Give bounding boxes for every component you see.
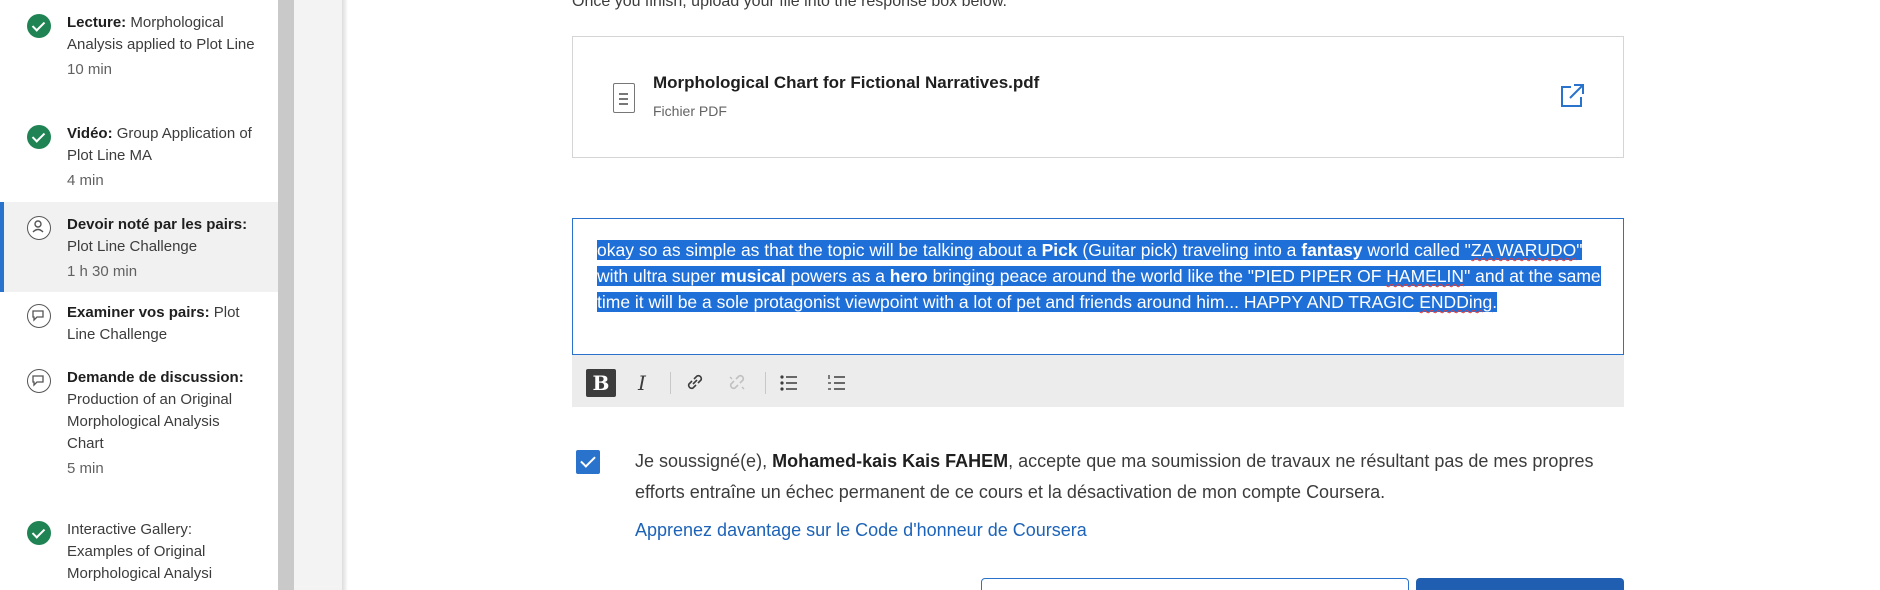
item-duration: 10 min (67, 61, 113, 78)
sidebar-item-lecture[interactable]: Lecture: Morphological Analysis applied … (0, 12, 278, 81)
file-name: Morphological Chart for Fictional Narrat… (653, 73, 1040, 92)
attached-file-card[interactable]: Morphological Chart for Fictional Narrat… (572, 36, 1624, 158)
completed-check-icon (27, 521, 51, 545)
sidebar-item-review-peers[interactable]: Examiner vos pairs: Plot Line Challenge (0, 302, 278, 346)
bulleted-list-icon[interactable] (774, 369, 804, 397)
item-type: Demande de discussion: (67, 369, 244, 386)
item-type: Examiner vos pairs: (67, 304, 210, 321)
item-duration: 5 min (67, 460, 104, 477)
peer-assignment-icon (27, 216, 51, 240)
file-type: Fichier PDF (653, 103, 727, 119)
honor-code-checkbox[interactable] (576, 450, 600, 474)
discussion-icon (27, 369, 51, 393)
honor-code-statement: Je soussigné(e), Mohamed-kais Kais FAHEM… (635, 451, 1594, 502)
item-type: Vidéo: (67, 125, 113, 142)
item-duration: 4 min (67, 172, 104, 189)
sidebar-item-video[interactable]: Vidéo: Group Application of Plot Line MA… (0, 123, 278, 192)
toolbar-separator (765, 372, 766, 394)
editor-toolbar: B I (572, 355, 1624, 407)
unlink-icon[interactable] (722, 369, 752, 397)
document-icon (613, 83, 635, 113)
numbered-list-icon[interactable] (822, 369, 852, 397)
sidebar-item-gallery[interactable]: Interactive Gallery: Examples of Origina… (0, 519, 278, 585)
course-sidebar: Lecture: Morphological Analysis applied … (0, 0, 278, 590)
completed-check-icon (27, 14, 51, 38)
submit-button[interactable] (1416, 578, 1624, 590)
item-title: Plot Line Challenge (67, 238, 198, 255)
bold-icon[interactable]: B (586, 369, 616, 397)
item-duration: 1 h 30 min (67, 263, 138, 280)
sidebar-item-discussion[interactable]: Demande de discussion: Production of an … (0, 367, 278, 480)
response-editor[interactable]: okay so as simple as that the topic will… (572, 218, 1624, 355)
save-draft-button[interactable] (981, 578, 1409, 590)
sidebar-item-peer-assignment[interactable]: Devoir noté par les pairs: Plot Line Cha… (0, 202, 278, 292)
instructions-text: Once you finish, upload your file into t… (572, 0, 1007, 10)
toolbar-separator (670, 372, 671, 394)
assignment-main: Once you finish, upload your file into t… (348, 0, 1880, 590)
link-icon[interactable] (680, 369, 710, 397)
item-title: Production of an Original Morphological … (67, 391, 233, 452)
sidebar-scrollbar[interactable] (278, 0, 294, 590)
honor-code-link[interactable]: Apprenez davantage sur le Code d'honneur… (635, 520, 1087, 541)
completed-check-icon (27, 125, 51, 149)
item-type: Lecture: (67, 14, 127, 31)
item-title: Interactive Gallery: Examples of Origina… (67, 521, 213, 582)
divider-gutter (294, 0, 346, 590)
italic-icon[interactable]: I (627, 369, 657, 397)
item-type: Devoir noté par les pairs: (67, 216, 248, 233)
response-text[interactable]: okay so as simple as that the topic will… (597, 237, 1607, 315)
external-link-icon[interactable] (1557, 81, 1587, 111)
chat-bubble-icon (27, 304, 51, 328)
